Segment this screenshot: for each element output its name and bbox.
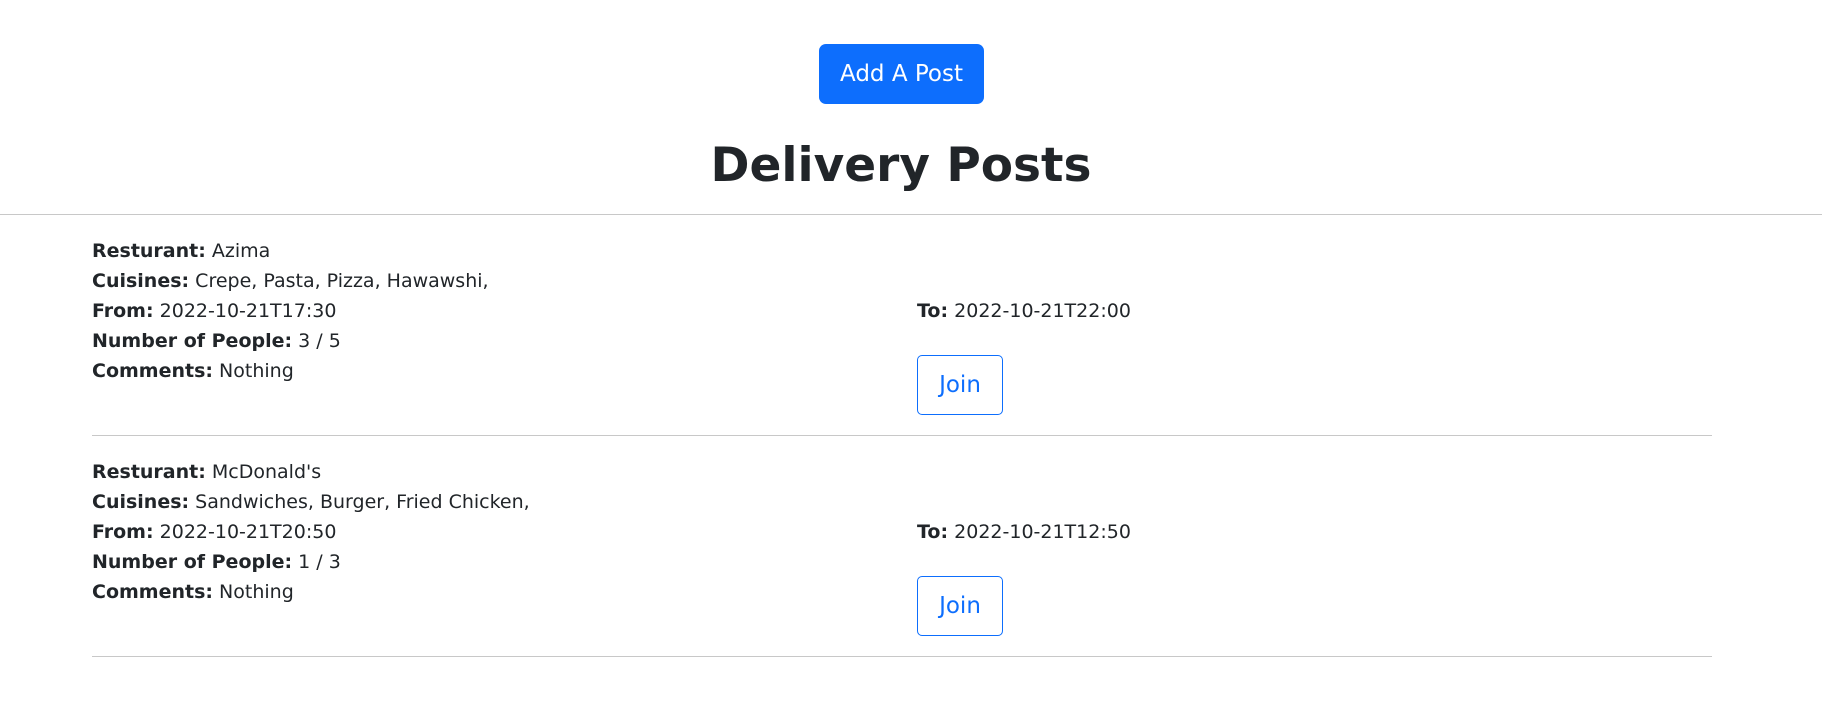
post-divider xyxy=(92,435,1712,436)
to-value: 2022-10-21T22:00 xyxy=(954,300,1131,322)
post-divider xyxy=(92,656,1712,657)
people-label: Number of People: xyxy=(92,330,293,352)
cuisines-label: Cuisines: xyxy=(92,491,190,513)
people-value: 3 / 5 xyxy=(298,330,341,352)
from-row: From: 2022-10-21T17:30 xyxy=(92,296,336,326)
cuisines-label: Cuisines: xyxy=(92,270,190,292)
restaurant-value: Azima xyxy=(211,240,271,262)
from-label: From: xyxy=(92,521,154,543)
title-divider xyxy=(0,214,1822,215)
comments-row: Comments: Nothing xyxy=(92,577,294,607)
post-card: Resturant: Azima Cuisines: Crepe, Pasta,… xyxy=(92,236,1712,456)
to-row: To: 2022-10-21T12:50 xyxy=(917,517,1131,547)
cuisines-value: Crepe, Pasta, Pizza, Hawawshi, xyxy=(195,270,489,292)
people-row: Number of People: 3 / 5 xyxy=(92,326,341,356)
comments-value: Nothing xyxy=(219,581,294,603)
comments-label: Comments: xyxy=(92,360,213,382)
from-row: From: 2022-10-21T20:50 xyxy=(92,517,336,547)
people-row: Number of People: 1 / 3 xyxy=(92,547,341,577)
post-card: Resturant: McDonald's Cuisines: Sandwich… xyxy=(92,457,1712,677)
people-value: 1 / 3 xyxy=(298,551,341,573)
comments-row: Comments: Nothing xyxy=(92,356,294,386)
from-value: 2022-10-21T17:30 xyxy=(159,300,337,322)
restaurant-row: Resturant: McDonald's xyxy=(92,457,321,487)
from-label: From: xyxy=(92,300,154,322)
to-label: To: xyxy=(917,521,949,543)
from-value: 2022-10-21T20:50 xyxy=(159,521,337,543)
page-title: Delivery Posts xyxy=(710,138,1092,193)
people-label: Number of People: xyxy=(92,551,293,573)
restaurant-value: McDonald's xyxy=(211,461,322,483)
cuisines-row: Cuisines: Sandwiches, Burger, Fried Chic… xyxy=(92,487,530,517)
cuisines-row: Cuisines: Crepe, Pasta, Pizza, Hawawshi, xyxy=(92,266,489,296)
restaurant-label: Resturant: xyxy=(92,461,206,483)
restaurant-label: Resturant: xyxy=(92,240,206,262)
comments-label: Comments: xyxy=(92,581,213,603)
restaurant-row: Resturant: Azima xyxy=(92,236,270,266)
add-post-button[interactable]: Add A Post xyxy=(819,44,984,104)
cuisines-value: Sandwiches, Burger, Fried Chicken, xyxy=(195,491,530,513)
to-row: To: 2022-10-21T22:00 xyxy=(917,296,1131,326)
to-value: 2022-10-21T12:50 xyxy=(954,521,1131,543)
comments-value: Nothing xyxy=(219,360,294,382)
join-button[interactable]: Join xyxy=(917,355,1003,415)
to-label: To: xyxy=(917,300,949,322)
join-button[interactable]: Join xyxy=(917,576,1003,636)
